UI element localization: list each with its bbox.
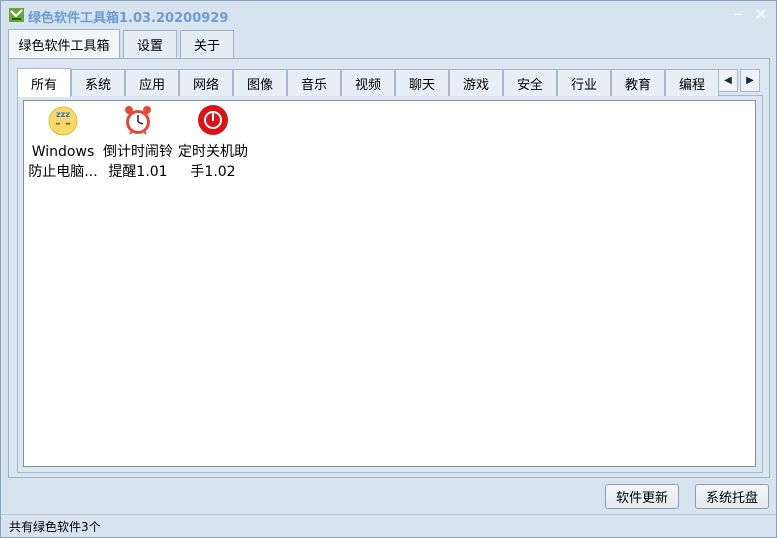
- status-text: 共有绿色软件3个: [9, 520, 101, 534]
- tab-category-apps[interactable]: 应用: [125, 69, 179, 96]
- window-title: 绿色软件工具箱1.03.20200929: [28, 11, 229, 26]
- app-item-shutdown-helper[interactable]: 定时关机助 手1.02: [175, 104, 251, 184]
- app-label-line2: 防止电脑...: [28, 164, 98, 180]
- power-icon: [198, 105, 228, 135]
- sleep-icon: zzz: [48, 106, 78, 136]
- app-label-line1: Windows: [31, 144, 95, 160]
- tab-category-chat[interactable]: 聊天: [395, 69, 449, 96]
- tab-category-industry[interactable]: 行业: [557, 69, 611, 96]
- app-logo-icon: [9, 8, 24, 22]
- app-window: 绿色软件工具箱1.03.20200929 – × 绿色软件工具箱 设置 关于 所…: [0, 0, 777, 538]
- alarm-clock-icon: [125, 106, 151, 135]
- close-button[interactable]: ×: [752, 5, 770, 23]
- app-item-sleep-prevent[interactable]: zzz Windows 防止电脑...: [25, 104, 101, 184]
- app-item-countdown-alarm[interactable]: 倒计时闹铃 提醒1.01: [100, 104, 176, 184]
- app-label-line1: 定时关机助: [178, 144, 248, 160]
- svg-text:zzz: zzz: [56, 110, 70, 119]
- tab-category-music[interactable]: 音乐: [287, 69, 341, 96]
- tab-category-image[interactable]: 图像: [233, 69, 287, 96]
- tab-category-security[interactable]: 安全: [503, 69, 557, 96]
- minimize-button[interactable]: –: [729, 5, 747, 23]
- tab-category-network[interactable]: 网络: [179, 69, 233, 96]
- status-bar: 共有绿色软件3个: [1, 515, 776, 537]
- tab-category-programming[interactable]: 编程: [665, 69, 719, 96]
- app-label-line1: 倒计时闹铃: [103, 144, 173, 160]
- tab-category-system[interactable]: 系统: [71, 69, 125, 96]
- tab-about[interactable]: 关于: [180, 30, 234, 58]
- system-tray-button[interactable]: 系统托盘: [695, 484, 769, 509]
- title-bar[interactable]: 绿色软件工具箱1.03.20200929 – ×: [1, 1, 776, 29]
- app-label-line2: 手1.02: [190, 164, 236, 180]
- tab-category-education[interactable]: 教育: [611, 69, 665, 96]
- tab-category-all[interactable]: 所有: [17, 68, 71, 97]
- tab-category-video[interactable]: 视频: [341, 69, 395, 96]
- tab-settings[interactable]: 设置: [123, 30, 177, 58]
- tab-scroll-left-button[interactable]: ◀: [718, 69, 738, 92]
- tab-toolbox[interactable]: 绿色软件工具箱: [8, 29, 120, 59]
- software-update-button[interactable]: 软件更新: [605, 484, 679, 509]
- tab-scroll-right-button[interactable]: ▶: [740, 69, 760, 92]
- app-label-line2: 提醒1.01: [108, 164, 168, 180]
- tab-category-games[interactable]: 游戏: [449, 69, 503, 96]
